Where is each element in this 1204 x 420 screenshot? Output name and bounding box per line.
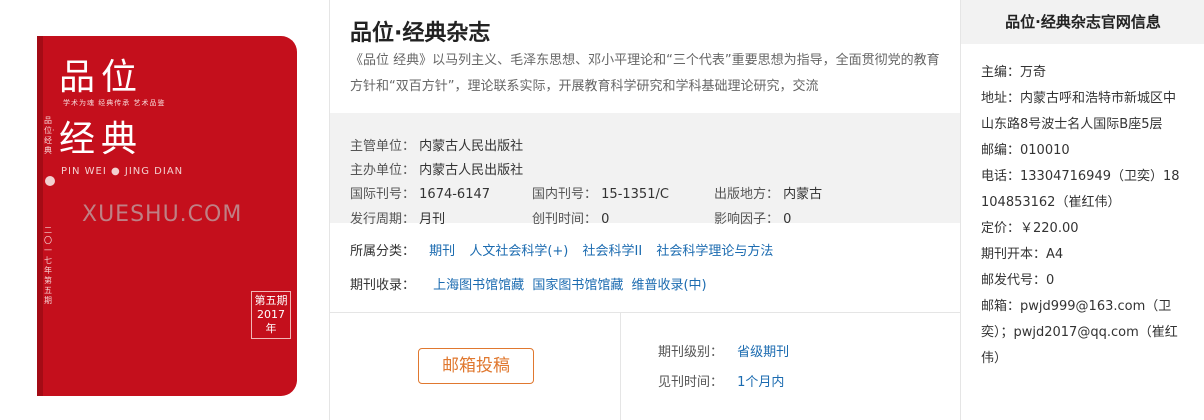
page-title: 品位·经典杂志 <box>350 21 491 46</box>
official-format: 期刊开本：A4 <box>981 247 1064 262</box>
journal-info-panel: 品位·经典杂志 《品位 经典》以马列主义、毛泽东思想、邓小平理论和“三个代表”重… <box>330 0 960 420</box>
journal-level: 期刊级别： 省级期刊 <box>658 341 789 360</box>
meta-issn: 国际刊号： 1674-6147 <box>350 183 490 202</box>
cover-spine <box>37 36 43 396</box>
collection-row: 期刊收录： 上海图书馆馆藏 国家图书馆馆藏 维普收录(中) <box>350 274 707 293</box>
meta-supervisor-value: 内蒙古人民出版社 <box>419 139 524 154</box>
meta-issn-value: 1674-6147 <box>419 187 491 202</box>
cover-issue-stamp: 第五期 2017年 <box>251 291 291 339</box>
official-info-panel: 品位·经典杂志官网信息 主编：万奇 地址：内蒙古呼和浩特市新城区中山东路8号波士… <box>960 0 1204 420</box>
meta-founded-value: 0 <box>601 212 610 227</box>
category-link[interactable]: 人文社会科学(+) <box>469 244 568 259</box>
official-editor: 主编：万奇 <box>981 65 1047 80</box>
collection-link[interactable]: 维普收录(中) <box>631 278 706 293</box>
category-link[interactable]: 社会科学II <box>583 244 643 259</box>
category-link[interactable]: 社会科学理论与方法 <box>656 244 773 259</box>
cover-dot-icon <box>45 176 55 186</box>
meta-cycle: 发行周期： 月刊 <box>350 208 445 227</box>
meta-founded-label: 创刊时间： <box>532 212 598 227</box>
journal-meta-box: 主管单位： 内蒙古人民出版社 主办单位： 内蒙古人民出版社 国际刊号： 1674… <box>330 113 960 227</box>
journal-description: 《品位 经典》以马列主义、毛泽东思想、邓小平理论和“三个代表”重要思想为指导，全… <box>350 53 940 94</box>
meta-cycle-label: 发行周期： <box>350 212 416 227</box>
meta-issn-label: 国际刊号： <box>350 187 416 202</box>
meta-supervisor-label: 主管单位： <box>350 139 416 154</box>
meta-impact-value: 0 <box>783 212 792 227</box>
cover-panel: 品位 学术为魂 经典传承 艺术品鉴 经典 PIN WEI ● JING DIAN… <box>0 0 330 420</box>
meta-place: 出版地方： 内蒙古 <box>714 183 822 202</box>
publication-period-link[interactable]: 1个月内 <box>737 375 784 390</box>
divider <box>620 313 621 420</box>
publication-period-label: 见刊时间： <box>658 375 724 390</box>
meta-cn-value: 15-1351/C <box>601 187 669 202</box>
collection-link[interactable]: 国家图书馆馆藏 <box>532 278 623 293</box>
journal-level-link[interactable]: 省级期刊 <box>737 345 789 360</box>
official-postal-code: 邮发代号：0 <box>981 273 1055 288</box>
journal-level-label: 期刊级别： <box>658 345 724 360</box>
meta-cycle-value: 月刊 <box>419 212 446 227</box>
official-phone: 电话：13304716949（卫奕）18104853162（崔红伟） <box>981 169 1180 210</box>
collection-link[interactable]: 上海图书馆馆藏 <box>433 278 524 293</box>
meta-impact-label: 影响因子： <box>714 212 780 227</box>
email-submit-button[interactable]: 邮箱投稿 <box>418 348 534 384</box>
meta-sponsor-label: 主办单位： <box>350 163 416 178</box>
meta-founded: 创刊时间： 0 <box>532 208 609 227</box>
submission-area: 邮箱投稿 期刊级别： 省级期刊 见刊时间： 1个月内 <box>330 312 960 420</box>
category-label: 所属分类： <box>350 244 416 259</box>
cover-tagline: 学术为魂 经典传承 艺术品鉴 <box>63 99 166 107</box>
official-postcode: 邮编：010010 <box>981 143 1070 158</box>
meta-impact: 影响因子： 0 <box>714 208 791 227</box>
meta-place-value: 内蒙古 <box>783 187 823 202</box>
meta-sponsor: 主办单位： 内蒙古人民出版社 <box>350 159 523 178</box>
cover-title-line1: 品位 <box>59 57 144 98</box>
watermark: XUESHU.COM <box>82 202 243 227</box>
category-link[interactable]: 期刊 <box>429 244 455 259</box>
official-price: 定价：￥220.00 <box>981 221 1079 236</box>
official-address: 地址：内蒙古呼和浩特市新城区中山东路8号波士名人国际B座5层 <box>981 91 1177 132</box>
cover-side-text-2: 二〇一七年第五期 <box>44 226 52 305</box>
meta-cn: 国内刊号： 15-1351/C <box>532 183 669 202</box>
cover-pinyin: PIN WEI ● JING DIAN <box>61 166 184 177</box>
cover-side-text: 品位·经典 <box>44 116 55 155</box>
official-email: 邮箱：pwjd999@163.com（卫奕）；pwjd2017@qq.com（崔… <box>981 299 1178 366</box>
collection-label: 期刊收录： <box>350 278 416 293</box>
cover-title-line2: 经典 <box>59 119 144 160</box>
meta-supervisor: 主管单位： 内蒙古人民出版社 <box>350 135 523 154</box>
official-info-list: 主编：万奇 地址：内蒙古呼和浩特市新城区中山东路8号波士名人国际B座5层 邮编：… <box>981 60 1186 372</box>
meta-place-label: 出版地方： <box>714 187 780 202</box>
meta-sponsor-value: 内蒙古人民出版社 <box>419 163 524 178</box>
official-info-title: 品位·经典杂志官网信息 <box>961 0 1204 44</box>
meta-cn-label: 国内刊号： <box>532 187 598 202</box>
publication-period: 见刊时间： 1个月内 <box>658 371 784 390</box>
category-row: 所属分类： 期刊 人文社会科学(+) 社会科学II 社会科学理论与方法 <box>350 240 773 259</box>
